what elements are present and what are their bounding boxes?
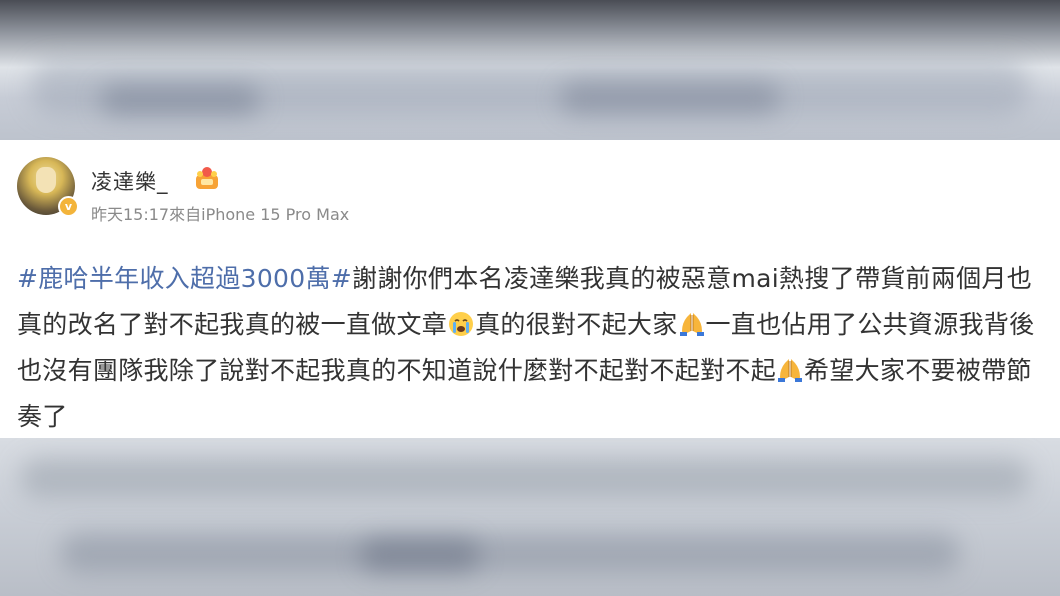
weibo-post-card: v 凌達樂_ 昨天15:17來自iPhone 15 Pro Max #鹿哈半年收… xyxy=(0,140,1060,440)
crown-icon xyxy=(196,167,218,189)
device-source[interactable]: iPhone 15 Pro Max xyxy=(201,205,349,224)
blurred-background-bottom xyxy=(0,438,1060,596)
pray-emoji xyxy=(679,313,704,336)
post-text-part-2: 真的很對不起大家 xyxy=(475,310,678,339)
hashtag-link[interactable]: #鹿哈半年收入超過3000萬# xyxy=(17,264,352,293)
crying-emoji xyxy=(449,312,474,336)
post-text: #鹿哈半年收入超過3000萬#謝謝你們本名凌達樂我真的被惡意mai熱搜了帶貨前兩… xyxy=(17,256,1047,440)
blurred-background-top xyxy=(0,0,1060,140)
verified-badge-icon: v xyxy=(58,196,79,217)
source-prefix: 來自 xyxy=(169,205,202,224)
pray-emoji xyxy=(778,359,803,382)
post-time: 昨天15:17 xyxy=(91,205,170,224)
username[interactable]: 凌達樂_ xyxy=(91,166,169,196)
post-meta: 昨天15:17來自iPhone 15 Pro Max xyxy=(91,201,349,225)
